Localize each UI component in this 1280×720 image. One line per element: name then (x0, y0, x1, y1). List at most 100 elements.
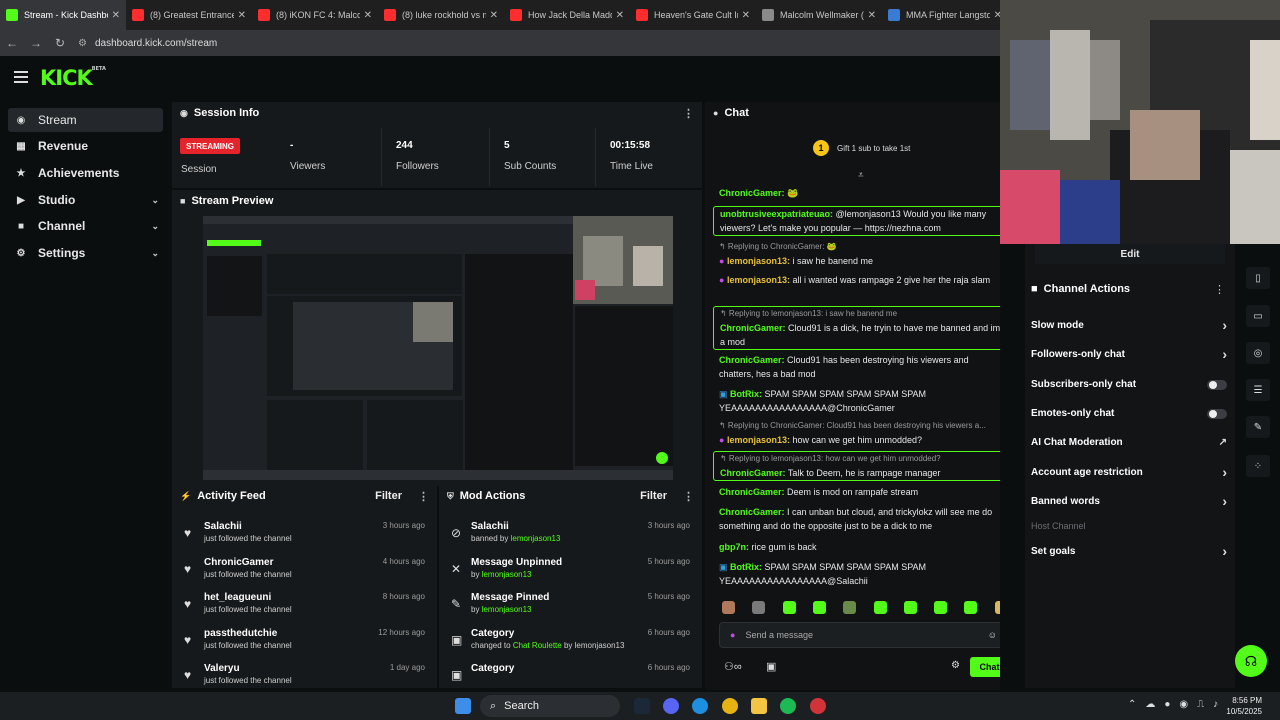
sidebar-item-channel[interactable]: ■ Channel ⌄ (8, 214, 163, 238)
site-info-icon[interactable]: ⚙ (78, 38, 87, 49)
chat-username[interactable]: ChronicGamer: (720, 323, 786, 333)
browser-tab[interactable]: MMA Fighter Langsto ✕ (882, 0, 1008, 30)
chat-input[interactable]: ● Send a message ☺ (719, 622, 1008, 648)
menu-icon[interactable] (14, 71, 28, 83)
chat-username[interactable]: lemonjason13: (727, 256, 790, 266)
reply-context[interactable]: ↰ Replying to ChronicGamer: Cloud91 has … (719, 419, 1005, 433)
mic-icon[interactable]: ● (730, 630, 735, 640)
rail-settings-icon[interactable]: ⁘ (1246, 455, 1270, 477)
reply-context[interactable]: ↰ Replying to lemonjason13: i saw he ban… (720, 307, 1004, 321)
chevron-right-icon[interactable]: › (1222, 464, 1227, 480)
steam-icon[interactable] (634, 698, 650, 714)
mod-action-row[interactable]: ✎ Message Pinned by lemonjason13 5 hours ag… (439, 591, 702, 627)
gift-icon[interactable]: ▣ (766, 660, 776, 673)
mod-filter-button[interactable]: Filter (640, 490, 667, 502)
tab-close-icon[interactable]: ✕ (364, 10, 372, 21)
chevron-right-icon[interactable]: › (1222, 317, 1227, 333)
channel-action-subscribers-only-chat[interactable]: Subscribers-only chat (1031, 379, 1227, 390)
mod-action-user[interactable]: Chat Roulette (513, 641, 562, 650)
chat-message[interactable]: ChronicGamer: Cloud91 has been destroyin… (713, 353, 1011, 381)
chat-username[interactable]: ChronicGamer: (719, 487, 785, 497)
chevron-right-icon[interactable]: › (1222, 346, 1227, 362)
emote-icon[interactable] (873, 601, 887, 614)
browser-tab[interactable]: Stream - Kick Dashboa ✕ (0, 0, 126, 30)
mod-action-user[interactable]: lemonjason13 (511, 534, 561, 543)
activity-row[interactable]: ♥ Valeryu just followed the channel 1 day a… (172, 662, 437, 688)
activity-row[interactable]: ♥ het_leagueuni just followed the channel 8… (172, 591, 437, 627)
channel-action-ai-chat-moderation[interactable]: AI Chat Moderation ↗ (1031, 437, 1227, 448)
points-icon[interactable]: ⚇∞ (724, 660, 742, 673)
chat-message[interactable]: ● lemonjason13: all i wanted was rampage… (713, 273, 1011, 287)
mod-action-row[interactable]: ⊘ Salachii banned by lemonjason13 3 hours a… (439, 520, 702, 556)
chat-username[interactable]: lemonjason13: (727, 275, 790, 285)
tab-close-icon[interactable]: ✕ (112, 10, 120, 21)
chat-message[interactable]: ↰ Replying to ChronicGamer: 🐸 ● lemonjaso… (713, 240, 1011, 268)
chevron-right-icon[interactable]: › (1222, 493, 1227, 509)
sidebar-item-stream[interactable]: ◉ Stream (8, 108, 163, 132)
more-icon[interactable]: ⋮ (418, 490, 429, 503)
kick-logo[interactable]: KICKBETA (40, 66, 106, 90)
forward-icon[interactable]: → (24, 36, 48, 50)
chat-username[interactable]: BotRix: (730, 389, 762, 399)
rail-device-icon[interactable]: ▯ (1246, 267, 1270, 289)
chat-message[interactable]: ↰ Replying to lemonjason13: i saw he ban… (713, 306, 1011, 350)
chat-message[interactable]: ▣ BotRix: SPAM SPAM SPAM SPAM SPAM SPAM … (713, 560, 1011, 588)
browser-tab[interactable]: (8) Greatest Entrance ✕ (126, 0, 252, 30)
activity-username[interactable]: het_leagueuni (204, 592, 271, 603)
mod-action-row[interactable]: ✕ Message Unpinned by lemonjason13 5 hours … (439, 556, 702, 592)
chat-message[interactable]: ChronicGamer: I can unban but cloud, and… (713, 505, 1011, 533)
rail-tool-icon[interactable]: ✎ (1246, 416, 1270, 438)
discord-icon[interactable] (663, 698, 679, 714)
emote-icon[interactable] (964, 601, 978, 614)
external-link-icon[interactable]: ↗ (1219, 437, 1227, 448)
emoji-icon[interactable]: ☺ (988, 630, 997, 640)
gift-sub-banner[interactable]: 1 Gift 1 sub to take 1st (813, 140, 910, 156)
chat-message[interactable]: ChronicGamer: Deem is mod on rampafe str… (713, 485, 1011, 499)
chat-message[interactable]: unobtrusiveexpatriateuao: @lemonjason13 … (713, 206, 1011, 236)
tab-close-icon[interactable]: ✕ (616, 10, 624, 21)
chat-username[interactable]: ChronicGamer: (720, 468, 786, 478)
chat-username[interactable]: gbp7n: (719, 542, 749, 552)
sidebar-item-achievements[interactable]: ★ Achievements (8, 161, 163, 185)
system-tray-icons[interactable]: ⌃☁●◉⎍♪ (1128, 699, 1227, 710)
toggle-switch[interactable] (1207, 409, 1227, 419)
chat-message[interactable]: gbp7n: rice gum is back (713, 540, 1011, 554)
chrome-icon[interactable] (722, 698, 738, 714)
channel-action-followers-only-chat[interactable]: Followers-only chat › (1031, 346, 1227, 362)
browser-tab[interactable]: (8) iKON FC 4: Malcolm ✕ (252, 0, 378, 30)
edge-icon[interactable] (692, 698, 708, 714)
browser-tab[interactable]: Heaven's Gate Cult In ✕ (630, 0, 756, 30)
emote-icon[interactable] (722, 601, 735, 614)
edit-button[interactable]: Edit (1035, 244, 1225, 264)
activity-row[interactable]: ♥ Salachii just followed the channel 3 hour… (172, 520, 437, 556)
chat-username[interactable]: BotRix: (730, 562, 762, 572)
browser-tab[interactable]: (8) luke rockhold vs m ✕ (378, 0, 504, 30)
stream-preview-video[interactable] (203, 216, 673, 480)
activity-row[interactable]: ♥ passthedutchie just followed the channel… (172, 627, 437, 663)
sidebar-item-revenue[interactable]: ▦ Revenue (8, 134, 163, 158)
tab-close-icon[interactable]: ✕ (238, 10, 246, 21)
rail-broadcast-icon[interactable]: ◎ (1246, 342, 1270, 364)
activity-username[interactable]: ChronicGamer (204, 557, 273, 568)
sidebar-item-studio[interactable]: ▶ Studio ⌄ (8, 188, 163, 212)
channel-action-slow-mode[interactable]: Slow mode › (1031, 317, 1227, 333)
emote-icon[interactable] (812, 601, 826, 614)
mod-action-user[interactable]: lemonjason13 (482, 570, 532, 579)
channel-action-account-age-restriction[interactable]: Account age restriction › (1031, 464, 1227, 480)
channel-action-banned-words[interactable]: Banned words › (1031, 493, 1227, 509)
toggle-switch[interactable] (1207, 380, 1227, 390)
more-icon[interactable]: ⋮ (1214, 283, 1225, 296)
chat-username[interactable]: ChronicGamer: (719, 355, 785, 365)
emote-icon[interactable] (903, 601, 917, 614)
chat-username[interactable]: ChronicGamer: (719, 188, 785, 198)
rail-list-icon[interactable]: ☰ (1246, 379, 1270, 401)
windows-start-icon[interactable] (455, 698, 471, 714)
chat-username[interactable]: ChronicGamer: (719, 507, 785, 517)
tab-close-icon[interactable]: ✕ (490, 10, 498, 21)
emote-icon[interactable] (752, 601, 766, 614)
support-headset-button[interactable]: ☊ (1235, 645, 1267, 677)
chevron-down-icon[interactable]: ⌄ (151, 195, 159, 206)
mod-action-user[interactable]: lemonjason13 (482, 605, 532, 614)
chat-message[interactable]: ChronicGamer: 🐸 (713, 186, 1011, 200)
pin-filter-icon[interactable]: ⩡ (858, 170, 864, 181)
